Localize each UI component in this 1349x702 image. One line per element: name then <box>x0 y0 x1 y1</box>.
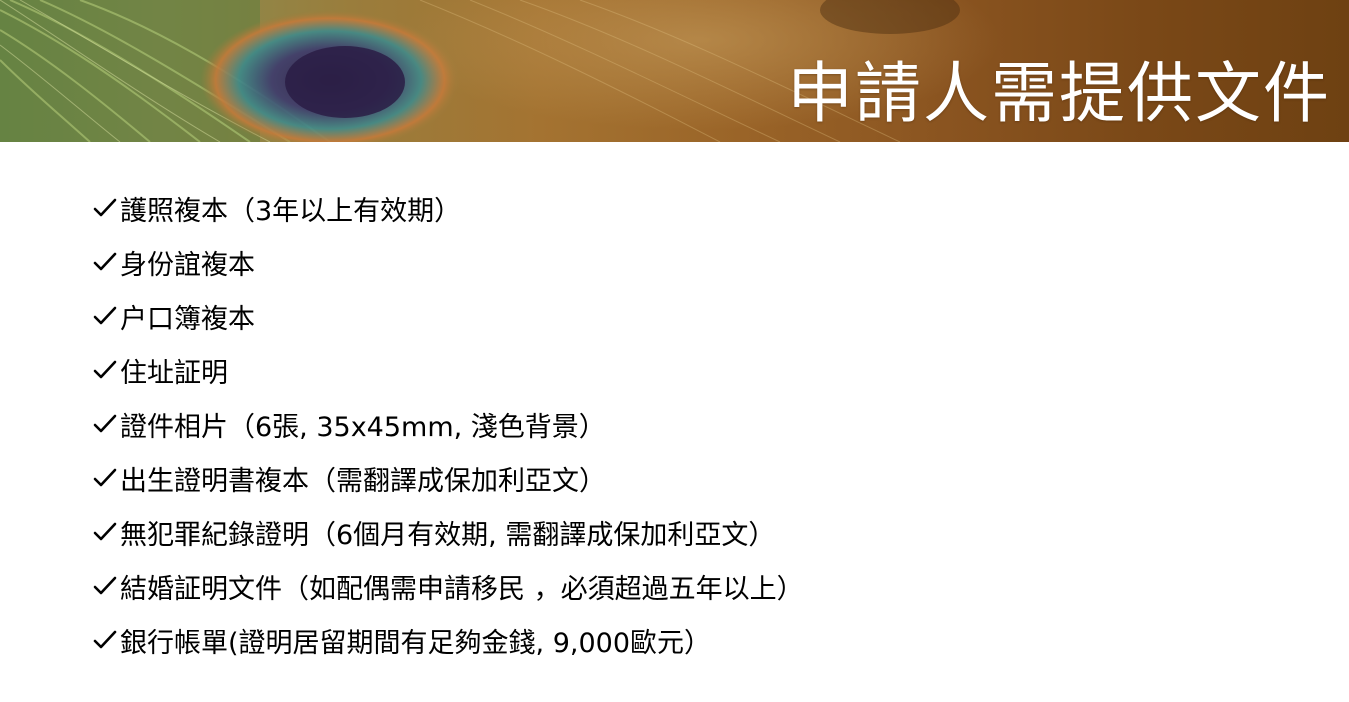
check-icon <box>93 630 117 649</box>
check-icon <box>93 522 117 541</box>
list-item: 結婚証明文件（如配偶需申請移民 ，必須超過五年以上） <box>92 559 804 613</box>
list-item: 銀行帳單(證明居留期間有足夠金錢, 9,000歐元） <box>92 613 804 667</box>
list-item-text: 護照複本（3年以上有效期） <box>120 195 462 227</box>
check-icon <box>93 414 117 433</box>
list-item: 無犯罪紀錄證明（6個月有效期, 需翻譯成保加利亞文） <box>92 505 804 559</box>
page-title: 申請人需提供文件 <box>787 55 1331 132</box>
header-banner: 申請人需提供文件 <box>0 0 1349 142</box>
check-icon <box>93 576 117 595</box>
list-item-text: 户口簿複本 <box>120 303 255 335</box>
list-item: 出生證明書複本（需翻譯成保加利亞文） <box>92 451 804 505</box>
list-item-text: 身份誼複本 <box>120 249 255 281</box>
list-item: 住址証明 <box>92 343 804 397</box>
list-item-text: 銀行帳單(證明居留期間有足夠金錢, 9,000歐元） <box>120 627 711 659</box>
check-icon <box>93 198 117 217</box>
required-documents-list: 護照複本（3年以上有效期） 身份誼複本 户口簿複本 住址証明 證件相片（6張, … <box>92 181 804 667</box>
check-icon <box>93 468 117 487</box>
list-item-text: 出生證明書複本（需翻譯成保加利亞文） <box>120 465 606 497</box>
list-item: 護照複本（3年以上有效期） <box>92 181 804 235</box>
slide: 申請人需提供文件 護照複本（3年以上有效期） 身份誼複本 户口簿複本 住址証明 … <box>0 0 1349 702</box>
list-item: 户口簿複本 <box>92 289 804 343</box>
list-item-text: 證件相片（6張, 35x45mm, 淺色背景） <box>120 411 606 443</box>
check-icon <box>93 306 117 325</box>
list-item: 身份誼複本 <box>92 235 804 289</box>
list-item: 證件相片（6張, 35x45mm, 淺色背景） <box>92 397 804 451</box>
list-item-text: 住址証明 <box>120 357 228 389</box>
check-icon <box>93 360 117 379</box>
list-item-text: 結婚証明文件（如配偶需申請移民 ，必須超過五年以上） <box>120 573 804 605</box>
check-icon <box>93 252 117 271</box>
list-item-text: 無犯罪紀錄證明（6個月有效期, 需翻譯成保加利亞文） <box>120 519 776 551</box>
